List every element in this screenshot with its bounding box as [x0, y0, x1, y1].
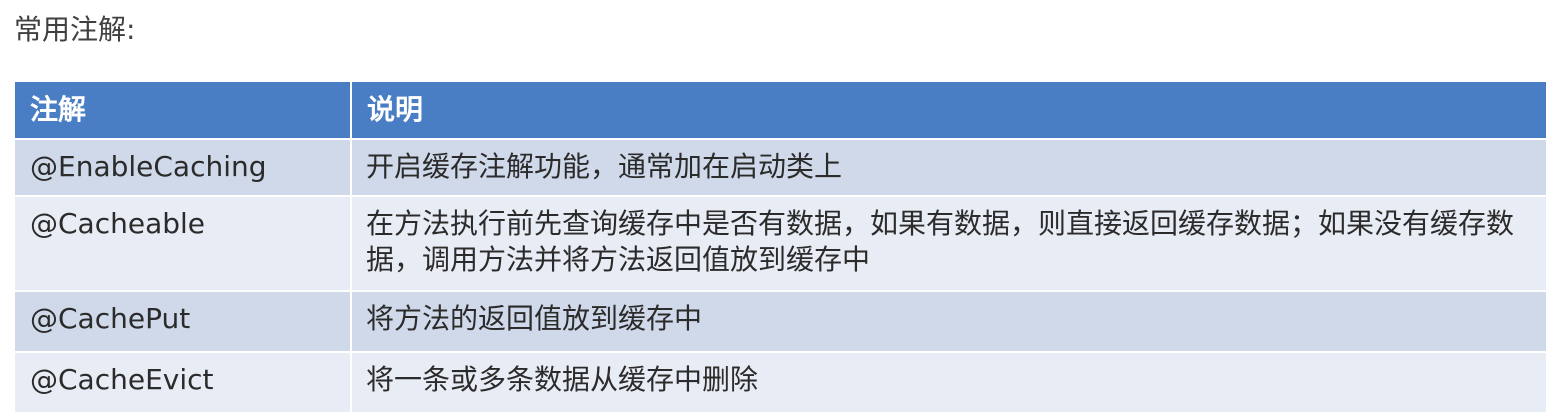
table-row-annotation-description: 将一条或多条数据从缓存中删除	[352, 353, 1546, 412]
table-row-annotation-name: @CachePut	[15, 292, 350, 351]
annotations-table: 注解 说明 @EnableCaching 开启缓存注解功能，通常加在启动类上 @…	[15, 82, 1546, 412]
table-row-annotation-description: 将方法的返回值放到缓存中	[352, 292, 1546, 351]
table-row-annotation-name: @EnableCaching	[15, 140, 350, 195]
column-header-annotation: 注解	[15, 82, 350, 138]
table-row-annotation-name: @CacheEvict	[15, 353, 350, 412]
table-row-annotation-name: @Cacheable	[15, 197, 350, 290]
table-row-annotation-description: 在方法执行前先查询缓存中是否有数据，如果有数据，则直接返回缓存数据；如果没有缓存…	[352, 197, 1546, 290]
column-header-description: 说明	[352, 82, 1546, 138]
section-heading: 常用注解:	[14, 13, 136, 46]
table-row-annotation-description: 开启缓存注解功能，通常加在启动类上	[352, 140, 1546, 195]
